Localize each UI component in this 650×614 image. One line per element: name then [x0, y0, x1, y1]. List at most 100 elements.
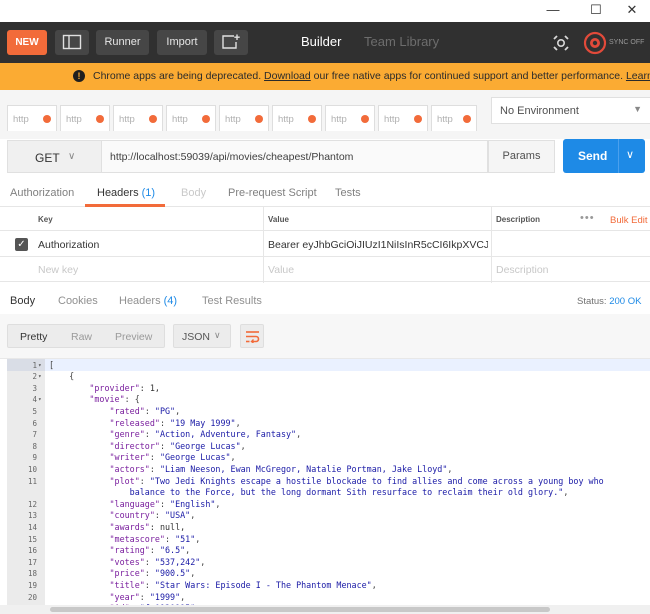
close-window-button[interactable]: ✕ [614, 0, 650, 22]
column-description: Description [496, 215, 541, 224]
minimize-button[interactable]: — [535, 0, 571, 22]
request-tab[interactable]: http [325, 105, 375, 131]
deprecation-banner: ! Chrome apps are being deprecated. Down… [0, 63, 650, 90]
request-tab[interactable]: http [7, 105, 57, 131]
send-button[interactable]: Send ∨ [563, 139, 645, 173]
request-tab[interactable]: http [166, 105, 216, 131]
tab-response-headers[interactable]: Headers (4) [119, 295, 177, 307]
line-number: 19 [27, 580, 37, 590]
tab-team-library[interactable]: Team Library [364, 34, 439, 49]
wrap-lines-icon [246, 331, 260, 343]
code-token: : [149, 463, 160, 474]
preview-button[interactable]: Preview [115, 331, 152, 343]
code-token: "price" [109, 568, 145, 579]
request-tab-label: http [278, 114, 294, 125]
code-token: "director" [109, 440, 160, 451]
runner-button[interactable]: Runner [96, 30, 149, 55]
import-button[interactable]: Import [157, 30, 207, 55]
bulk-edit-link[interactable]: Bulk Edit [610, 215, 648, 226]
tab-response-headers-label: Headers [119, 295, 161, 307]
line-number: 17 [27, 557, 37, 567]
header-value-cell[interactable]: Bearer eyJhbGciOiJIUzI1NiIsInR5cCI6IkpXV… [268, 239, 488, 251]
unsaved-dot-icon [414, 115, 422, 123]
request-tab-label: http [331, 114, 347, 125]
sync-icon[interactable] [583, 31, 607, 55]
tab-response-body[interactable]: Body [10, 295, 35, 307]
language-select[interactable]: JSON ∨ [173, 324, 231, 348]
line-number: 15 [27, 534, 37, 544]
unsaved-dot-icon [255, 115, 263, 123]
tab-body[interactable]: Body [181, 187, 206, 199]
code-line: "awards": null, [49, 522, 186, 534]
headers-table: Key Value Description ••• Bulk Edit ✓ Au… [0, 207, 650, 283]
more-options-icon[interactable]: ••• [580, 212, 595, 224]
code-token: : [159, 440, 171, 451]
code-token: : [149, 452, 160, 463]
column-key: Key [38, 215, 53, 224]
response-status: Status: 200 OK [577, 296, 641, 307]
banner-message: Chrome apps are being deprecated. Downlo… [93, 63, 650, 90]
download-link[interactable]: Download [264, 70, 311, 82]
method-select[interactable]: GET ∨ [7, 140, 102, 173]
line-number: 5 [32, 406, 37, 416]
wrap-lines-button[interactable] [240, 324, 264, 348]
new-key-input[interactable]: New key [38, 264, 78, 276]
new-description-input[interactable]: Description [496, 264, 549, 276]
active-line-highlight [45, 359, 650, 371]
code-token: "PG" [154, 405, 176, 416]
line-number: 16 [27, 546, 37, 556]
code-token: "19 May 1999" [170, 417, 236, 428]
interceptor-icon[interactable] [551, 33, 571, 53]
code-token: "votes" [109, 556, 145, 567]
new-value-input[interactable]: Value [268, 264, 294, 276]
fold-toggle-icon[interactable]: ▾ [38, 371, 42, 383]
tab-builder[interactable]: Builder [301, 34, 341, 49]
send-options-chevron-icon[interactable]: ∨ [626, 148, 634, 161]
request-tab[interactable]: http [60, 105, 110, 131]
code-token: : [144, 429, 155, 440]
code-token: , [447, 463, 453, 474]
pretty-button[interactable]: Pretty [20, 331, 47, 343]
header-key-cell[interactable]: Authorization [38, 239, 99, 251]
response-body-editor[interactable]: 1 ▾[2 ▾ {3 "provider": 1, 4 ▾ "movie": {5 "r… [0, 358, 650, 614]
tab-prerequest-script[interactable]: Pre-request Script [228, 187, 317, 199]
tab-authorization[interactable]: Authorization [10, 187, 74, 199]
new-window-button[interactable] [214, 30, 248, 55]
column-value: Value [268, 215, 289, 224]
request-tab[interactable]: http [431, 105, 477, 131]
url-input[interactable]: http://localhost:59039/api/movies/cheape… [102, 140, 488, 173]
header-enabled-checkbox[interactable]: ✓ [15, 238, 28, 251]
banner-text-after: our free native apps for continued suppo… [313, 70, 624, 82]
code-token: : [164, 533, 176, 544]
code-token: : [154, 510, 165, 521]
tab-tests[interactable]: Tests [335, 187, 361, 199]
fold-toggle-icon[interactable]: ▾ [38, 394, 42, 406]
environment-select[interactable]: No Environment ▼ [491, 97, 650, 124]
tab-headers[interactable]: Headers (1) [97, 187, 155, 199]
new-button[interactable]: NEW [7, 30, 47, 55]
sidebar-toggle-button[interactable] [55, 30, 89, 55]
tab-cookies[interactable]: Cookies [58, 295, 98, 307]
window-titlebar: — ☐ ✕ [0, 0, 650, 22]
code-token: "George Lucas" [159, 452, 231, 463]
code-token: : [144, 405, 155, 416]
chevron-down-icon: ∨ [68, 151, 76, 162]
line-number: 18 [27, 569, 37, 579]
maximize-button[interactable]: ☐ [578, 0, 614, 22]
line-number: 9 [32, 453, 37, 463]
learn-more-link[interactable]: Learn more [626, 70, 650, 82]
tab-test-results[interactable]: Test Results [202, 295, 262, 307]
params-button[interactable]: Params [488, 140, 555, 173]
request-tab[interactable]: http [113, 105, 163, 131]
request-tab[interactable]: http [272, 105, 322, 131]
fold-toggle-icon[interactable]: ▾ [38, 360, 42, 372]
request-tab[interactable]: http [378, 105, 428, 131]
raw-button[interactable]: Raw [71, 331, 92, 343]
scrollbar-thumb[interactable] [50, 607, 550, 612]
request-tab[interactable]: http [219, 105, 269, 131]
horizontal-scrollbar[interactable] [0, 605, 650, 614]
